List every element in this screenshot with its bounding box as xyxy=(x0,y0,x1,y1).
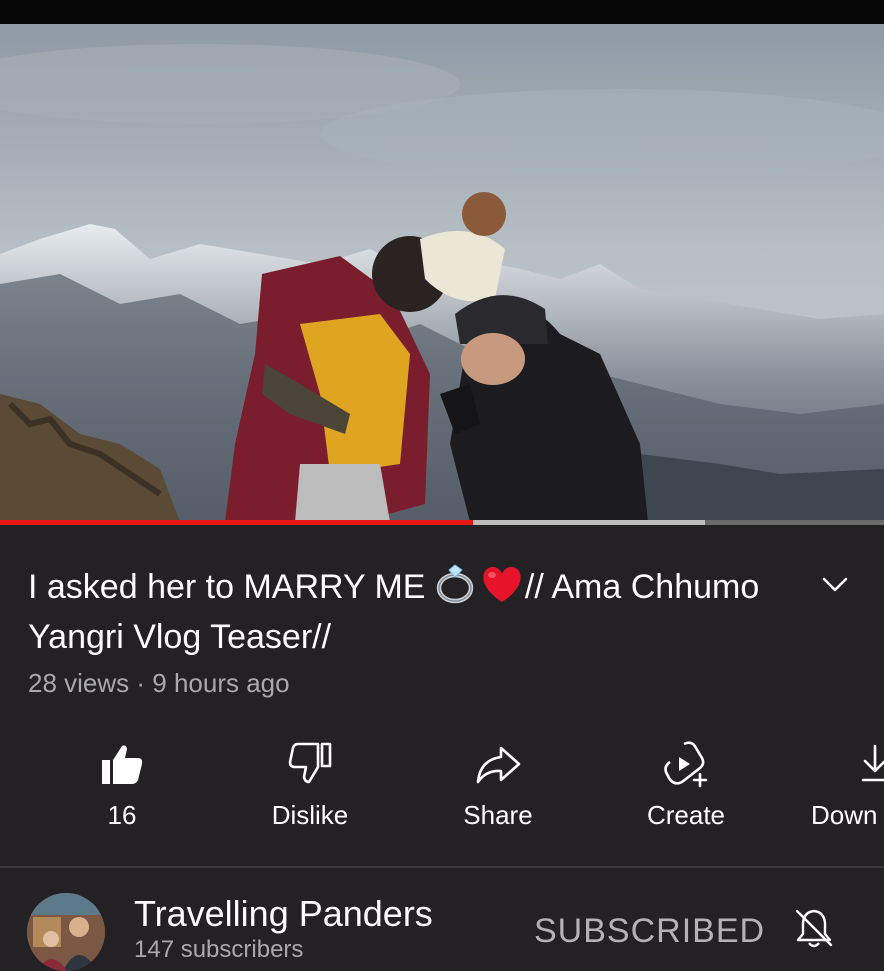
subscribed-button[interactable]: SUBSCRIBED xyxy=(534,912,765,951)
status-bar xyxy=(0,0,884,24)
download-label: Down xyxy=(811,800,878,830)
download-button[interactable]: Down xyxy=(789,736,884,846)
create-button[interactable]: Create xyxy=(601,736,771,846)
ring-emoji xyxy=(435,564,479,615)
subscriber-count: 147 subscribers xyxy=(134,936,304,963)
share-button[interactable]: Share xyxy=(413,736,583,846)
channel-avatar[interactable] xyxy=(27,893,105,971)
progress-played xyxy=(0,520,473,525)
create-label: Create xyxy=(646,800,726,830)
bell-off-icon[interactable] xyxy=(792,906,836,950)
video-meta: 28 views · 9 hours ago xyxy=(28,668,290,699)
dislike-label: Dislike xyxy=(271,800,349,830)
download-icon xyxy=(789,740,884,788)
upload-age: 9 hours ago xyxy=(152,668,290,698)
video-frame xyxy=(0,24,884,522)
section-divider xyxy=(0,866,884,868)
share-label: Share xyxy=(463,800,533,830)
video-progress-bar[interactable] xyxy=(0,520,884,525)
video-player[interactable] xyxy=(0,24,884,522)
meta-separator: · xyxy=(129,668,153,698)
view-count: 28 views xyxy=(28,668,130,698)
like-button[interactable]: 16 xyxy=(37,736,207,846)
action-bar: 16 Dislike Share Create Down xyxy=(0,736,884,846)
channel-name[interactable]: Travelling Panders xyxy=(134,893,433,935)
share-icon xyxy=(413,740,583,788)
dislike-button[interactable]: Dislike xyxy=(225,736,395,846)
like-count: 16 xyxy=(107,800,137,830)
create-icon xyxy=(601,740,771,788)
chevron-down-icon[interactable] xyxy=(820,572,850,596)
video-title[interactable]: I asked her to MARRY ME // Ama Chhumo Ya… xyxy=(28,564,808,659)
heart-emoji xyxy=(479,564,525,615)
dislike-icon xyxy=(225,740,395,788)
like-icon xyxy=(37,740,207,788)
video-title-part1: I asked her to MARRY ME xyxy=(28,568,435,606)
